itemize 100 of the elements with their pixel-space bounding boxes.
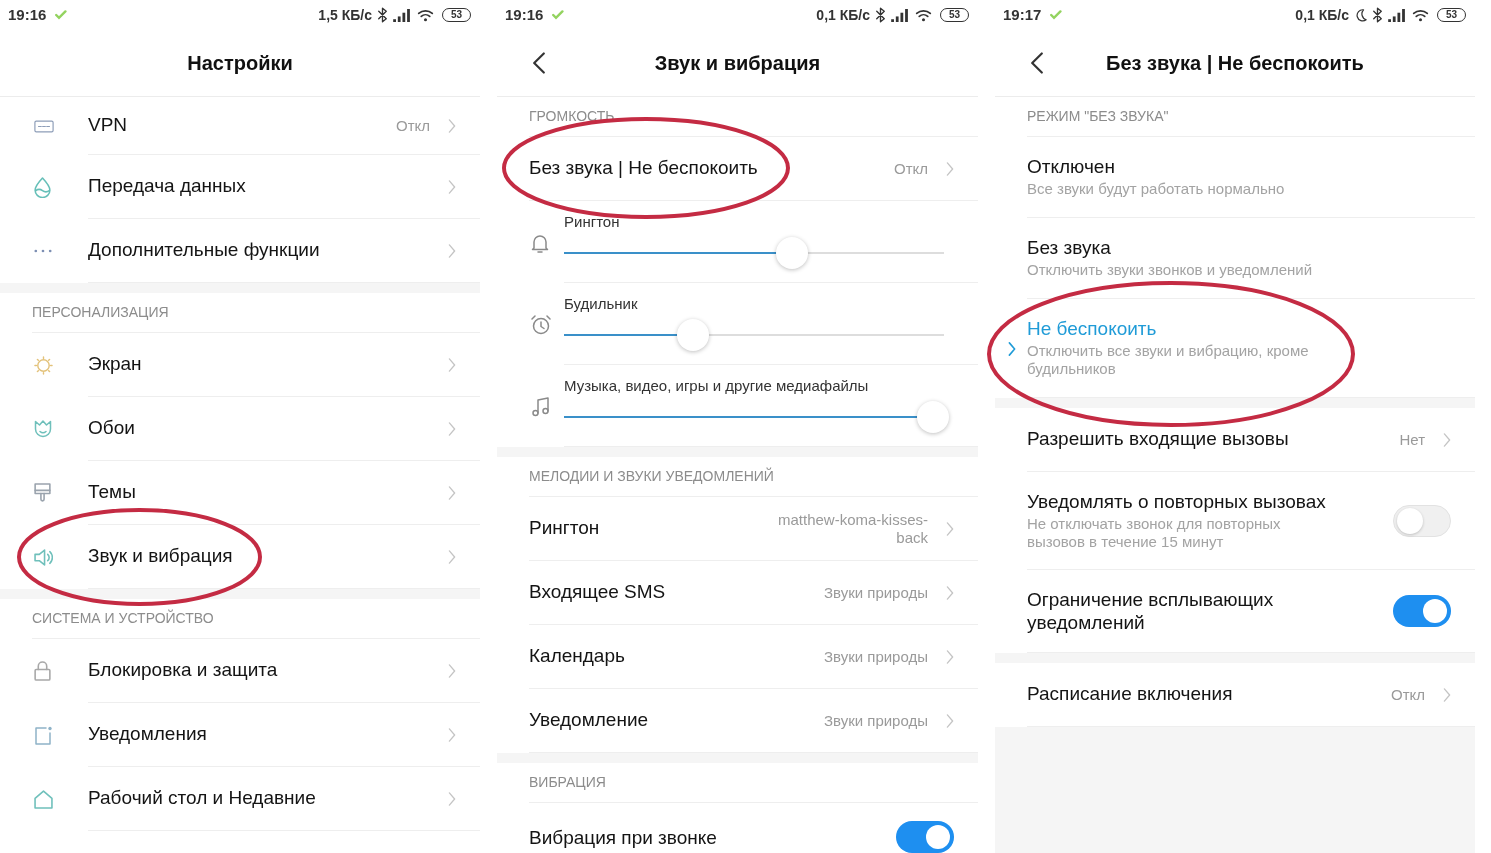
signal-icon (891, 8, 909, 22)
section-header: РЕЖИМ "БЕЗ ЗВУКА" (1027, 107, 1169, 126)
speaker-icon (34, 548, 53, 566)
screen-title: Без звука | Не беспокоить (1106, 51, 1364, 76)
dots-icon (34, 249, 52, 253)
setting-label[interactable]: Рингтон (529, 514, 600, 543)
setting-value: Звуки природы (823, 647, 928, 666)
setting-value: Звуки природы (823, 583, 928, 602)
back-icon (1031, 52, 1043, 74)
setting-label[interactable]: Уведомление (529, 706, 649, 735)
setting-label[interactable]: Звук и вибрация (88, 542, 233, 571)
wifi-icon (915, 8, 932, 22)
chevron-icon (448, 421, 456, 436)
lock-icon (34, 661, 51, 681)
setting-label[interactable]: Уведомления (88, 720, 207, 749)
chevron-icon (1443, 432, 1451, 447)
notification-icon (34, 725, 53, 745)
chevron-icon (946, 649, 954, 664)
bluetooth-icon (1373, 7, 1382, 23)
chevron-icon (946, 521, 954, 536)
chevron-icon (448, 357, 456, 372)
setting-value: Откл (395, 116, 430, 135)
toggle-knob (1397, 507, 1423, 534)
setting-label[interactable]: Календарь (529, 642, 625, 671)
status-time: 19:16 (505, 4, 544, 25)
setting-value: Откл (893, 159, 928, 178)
chevron-icon (448, 727, 456, 742)
section-header: ГРОМКОСТЬ (529, 107, 615, 126)
option-description: Все звуки будут работать нормально (1027, 180, 1285, 198)
toggle-knob (926, 825, 950, 849)
chevron-icon (448, 549, 456, 564)
setting-label[interactable]: Уведомлять о повторных вызовах (1027, 490, 1326, 513)
back-icon (533, 52, 545, 74)
setting-value: Звуки природы (823, 711, 928, 730)
section-header: СИСТЕМА И УСТРОЙСТВО (32, 608, 214, 628)
sun-icon (34, 355, 53, 375)
chevron-icon (448, 791, 456, 806)
slider-thumb[interactable] (776, 237, 808, 269)
setting-description: Не отключать звонок для повторных вызовов в течение 15 минут (1027, 515, 1282, 551)
status-time: 19:16 (8, 4, 47, 25)
chevron-icon (448, 663, 456, 678)
signal-icon (1388, 8, 1406, 22)
home-icon (34, 789, 53, 809)
option-label[interactable]: Отключен (1027, 156, 1115, 178)
check-icon (552, 10, 565, 20)
setting-label[interactable]: Блокировка и защита (88, 656, 278, 685)
setting-label[interactable]: Расписание включения (1027, 680, 1233, 709)
chevron-icon (448, 243, 456, 258)
setting-value: matthew-koma-kisses-back (776, 510, 928, 547)
status-time: 19:17 (1003, 4, 1042, 25)
tulip-icon (34, 419, 52, 439)
slider-label: Рингтон (564, 213, 620, 231)
toggle-knob (1423, 599, 1447, 623)
wifi-icon (417, 8, 434, 22)
network-speed: 0,1 КБ/с (1295, 5, 1349, 25)
setting-label[interactable]: Экран (88, 350, 142, 379)
section-header: ВИБРАЦИЯ (529, 773, 606, 792)
option-description: Отключить все звуки и вибрацию, кроме будильников (1027, 342, 1310, 378)
chevron-icon (1443, 687, 1451, 702)
screen-title: Звук и вибрация (654, 51, 821, 76)
option-label[interactable]: Без звука (1027, 237, 1111, 259)
alarm-clock-icon (531, 315, 551, 335)
slider-thumb[interactable] (916, 401, 949, 433)
setting-label[interactable]: Передача данных (88, 172, 246, 201)
chevron-icon (448, 485, 456, 500)
network-speed: 1,5 КБ/с (318, 5, 372, 25)
chevron-icon (946, 713, 954, 728)
setting-label[interactable]: Дополнительные функции (88, 236, 320, 265)
toggle-switch[interactable] (1393, 504, 1451, 537)
setting-label[interactable]: Темы (88, 478, 136, 507)
section-header: ПЕРСОНАЛИЗАЦИЯ (32, 303, 169, 322)
drop-icon (34, 176, 51, 198)
signal-icon (393, 8, 411, 22)
setting-label[interactable]: Обои (88, 414, 135, 443)
setting-label[interactable]: Входящее SMS (529, 578, 666, 607)
chevron-icon (946, 161, 954, 176)
slider-label: Музыка, видео, игры и другие медиафайлы (564, 377, 869, 395)
music-note-icon (531, 397, 551, 417)
wifi-icon (1412, 8, 1429, 22)
check-icon (55, 10, 68, 20)
chevron-icon (448, 118, 456, 133)
bluetooth-icon (876, 7, 885, 23)
setting-label[interactable]: Вибрация при звонке (529, 825, 717, 849)
setting-label[interactable]: Разрешить входящие вызовы (1027, 425, 1289, 454)
chevron-icon (448, 179, 456, 194)
toggle-switch[interactable] (1393, 595, 1451, 627)
setting-label[interactable]: Рабочий стол и Недавние (88, 784, 316, 813)
toggle-switch[interactable] (896, 821, 954, 853)
setting-value: Нет (1399, 430, 1425, 449)
chevron-icon (946, 585, 954, 600)
check-icon (1050, 10, 1063, 20)
slider-thumb[interactable] (677, 319, 710, 351)
badge-icon (34, 119, 54, 133)
setting-label[interactable]: VPN (88, 111, 128, 140)
setting-label[interactable]: Ограничение всплывающих уведомлений (1027, 588, 1367, 634)
setting-value: Откл (1390, 685, 1425, 704)
brush-icon (34, 483, 51, 503)
option-description: Отключить звуки звонков и уведомлений (1027, 261, 1313, 279)
bell-icon (531, 233, 549, 253)
network-speed: 0,1 КБ/с (816, 5, 870, 25)
